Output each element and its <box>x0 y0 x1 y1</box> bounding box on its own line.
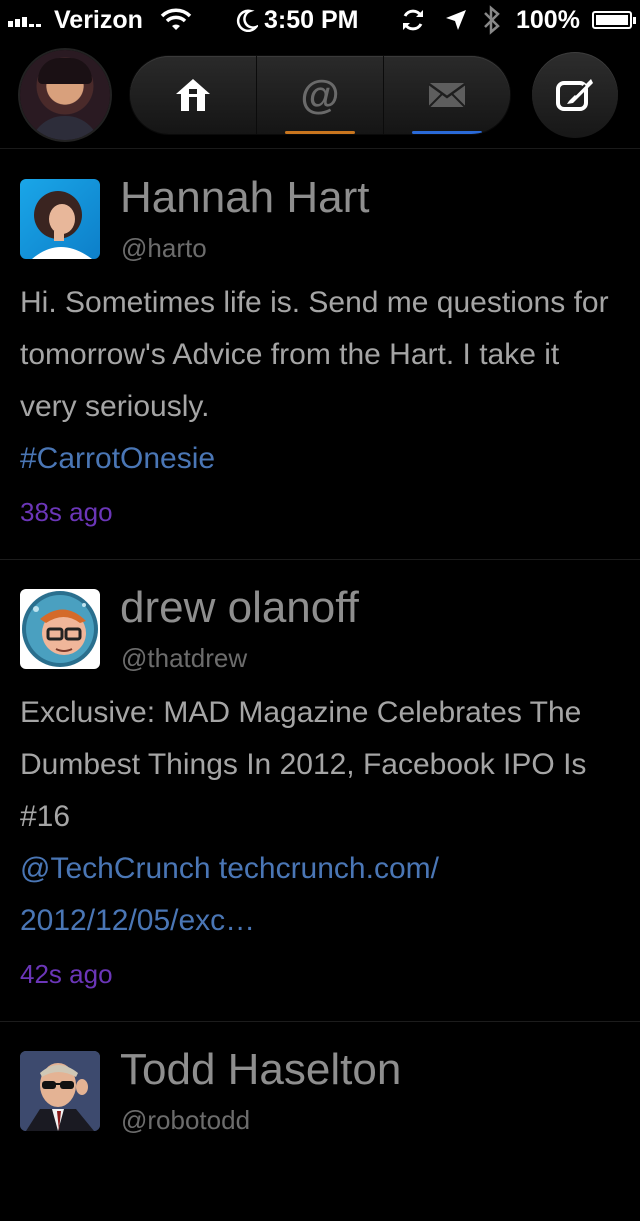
avatar[interactable] <box>20 589 100 669</box>
wifi-icon <box>160 0 192 40</box>
author-name[interactable]: drew olanoff <box>120 583 359 633</box>
tweet-body: Hi. Sometimes life is. Send me questions… <box>20 286 609 423</box>
battery-icon <box>592 0 636 40</box>
tweet-text: Hi. Sometimes life is. Send me questions… <box>20 277 620 485</box>
author-name[interactable]: Hannah Hart <box>120 173 369 223</box>
mentions-indicator <box>285 131 355 134</box>
time-label: 3:50 PM <box>264 5 359 34</box>
avatar[interactable] <box>20 179 100 259</box>
tweet[interactable]: drew olanoff @thatdrew Exclusive: MAD Ma… <box>0 559 640 1022</box>
author-handle[interactable]: @thatdrew <box>121 643 247 674</box>
messages-indicator <box>412 131 482 134</box>
avatar[interactable] <box>20 1051 100 1131</box>
timestamp: 42s ago <box>20 959 113 989</box>
compose-button[interactable] <box>532 52 618 138</box>
author-handle[interactable]: @harto <box>121 233 207 264</box>
author-handle[interactable]: @robotodd <box>121 1105 250 1136</box>
tab-mentions[interactable]: @ <box>257 56 384 134</box>
battery-percent: 100% <box>516 5 580 34</box>
tweet-link[interactable]: @TechCrunch techcrunch.com/ 2012/12/05/e… <box>20 852 439 937</box>
status-bar: Verizon 3:50 PM 100% <box>0 0 640 40</box>
at-icon: @ <box>300 73 340 117</box>
timeline[interactable]: Hannah Hart @harto Hi. Sometimes life is… <box>0 148 640 1137</box>
clock: 3:50 PM <box>236 0 358 40</box>
compose-icon <box>556 79 593 111</box>
author-name[interactable]: Todd Haselton <box>120 1045 401 1095</box>
tab-home[interactable] <box>130 56 257 134</box>
hashtag-link[interactable]: #CarrotOnesie <box>20 442 215 475</box>
tweet-text: Exclusive: MAD Magazine Celebrates The D… <box>20 687 620 947</box>
home-icon <box>176 79 210 111</box>
tab-bar: @ <box>130 56 510 134</box>
tweet[interactable]: Todd Haselton @robotodd <box>0 1021 640 1221</box>
mail-icon <box>428 82 466 108</box>
tab-messages[interactable] <box>384 56 510 134</box>
moon-icon <box>236 9 258 32</box>
account-avatar[interactable] <box>20 50 110 140</box>
top-nav: @ <box>0 40 640 148</box>
bluetooth-icon <box>482 0 502 40</box>
sync-icon <box>400 0 426 40</box>
signal-icon <box>8 0 41 40</box>
tweet[interactable]: Hannah Hart @harto Hi. Sometimes life is… <box>0 149 640 560</box>
location-icon <box>444 0 468 40</box>
tweet-body: Exclusive: MAD Magazine Celebrates The D… <box>20 696 587 833</box>
timestamp: 38s ago <box>20 497 113 527</box>
carrier-label: Verizon <box>54 5 143 34</box>
